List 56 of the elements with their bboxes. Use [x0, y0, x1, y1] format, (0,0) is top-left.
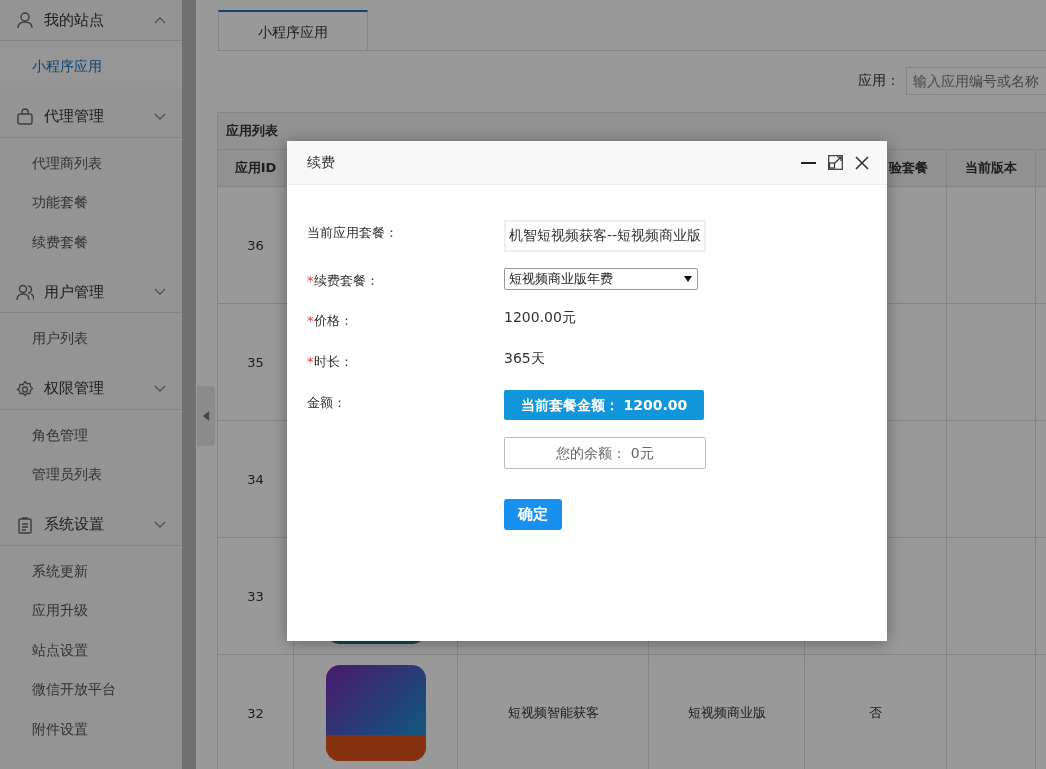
- close-button[interactable]: [853, 153, 871, 172]
- field-label: 价格：: [313, 313, 353, 328]
- dialog-title: 续费: [307, 153, 336, 172]
- menu-item[interactable]: 附件设置: [0, 709, 182, 749]
- required-mark: *: [307, 273, 314, 288]
- menu-group-label: 系统设置: [44, 515, 105, 534]
- clipboard-icon: [16, 515, 34, 534]
- required-mark: *: [307, 313, 314, 328]
- caret-left-icon: [203, 411, 209, 421]
- field-label: 续费套餐：: [313, 273, 379, 288]
- package-select[interactable]: 短视频商业版年费: [504, 268, 698, 290]
- maximize-button[interactable]: [826, 153, 845, 172]
- gear-icon: [16, 379, 34, 398]
- search-field[interactable]: 输入应用编号或名称: [906, 67, 1046, 95]
- tab[interactable]: 小程序应用: [218, 10, 368, 50]
- readonly-field: 机智短视频获客--短视频商业版: [504, 220, 707, 252]
- caret-down-icon: [684, 276, 692, 282]
- menu-item[interactable]: 应用升级: [0, 591, 182, 631]
- field-label: 当前应用套餐：: [307, 225, 398, 240]
- users-icon: [16, 283, 34, 301]
- menu-item[interactable]: 系统更新: [0, 551, 182, 591]
- app-icon: [325, 665, 426, 761]
- bag-icon: [16, 107, 34, 126]
- table-cell: 32: [218, 655, 294, 769]
- minimize-icon: [801, 161, 816, 164]
- table-cell: 否: [805, 655, 947, 769]
- menu-item[interactable]: 微信开放平台: [0, 670, 182, 710]
- scrollbar[interactable]: [182, 0, 196, 769]
- maximize-icon: [828, 155, 843, 170]
- field-value: 1200.00元: [504, 308, 576, 327]
- field-label: 金额：: [307, 395, 346, 410]
- search-label: 应用：: [858, 72, 900, 90]
- column-header: 当前版本: [947, 150, 1036, 187]
- close-icon: [855, 155, 869, 170]
- collapse-handle[interactable]: [197, 386, 215, 446]
- menu-item[interactable]: 功能套餐: [0, 183, 182, 223]
- required-mark: *: [307, 354, 314, 369]
- menu-item[interactable]: 代理商列表: [0, 143, 182, 183]
- field-label: 时长：: [313, 354, 353, 369]
- menu-group-label: 我的站点: [44, 10, 105, 30]
- menu-item[interactable]: 站点设置: [0, 630, 182, 670]
- confirm-button[interactable]: 确定: [504, 499, 562, 530]
- field-value: 365天: [504, 349, 545, 368]
- balance-box: 您的余额： 0元: [504, 437, 706, 469]
- menu-group-label: 用户管理: [44, 282, 105, 302]
- table-cell: 短视频智能获客: [458, 655, 649, 769]
- menu-group-label: 权限管理: [44, 379, 105, 398]
- menu-item[interactable]: 用户列表: [0, 319, 182, 359]
- menu-item[interactable]: 管理员列表: [0, 455, 182, 495]
- menu-item[interactable]: 角色管理: [0, 415, 182, 455]
- menu-item[interactable]: 续费套餐: [0, 222, 182, 262]
- person-icon: [16, 11, 34, 29]
- menu-group-label: 代理管理: [44, 107, 105, 126]
- select-value: 短视频商业版年费: [509, 270, 613, 288]
- amount-badge: 当前套餐金额： 1200.00: [504, 390, 704, 420]
- table-cell: 短视频商业版: [649, 655, 805, 769]
